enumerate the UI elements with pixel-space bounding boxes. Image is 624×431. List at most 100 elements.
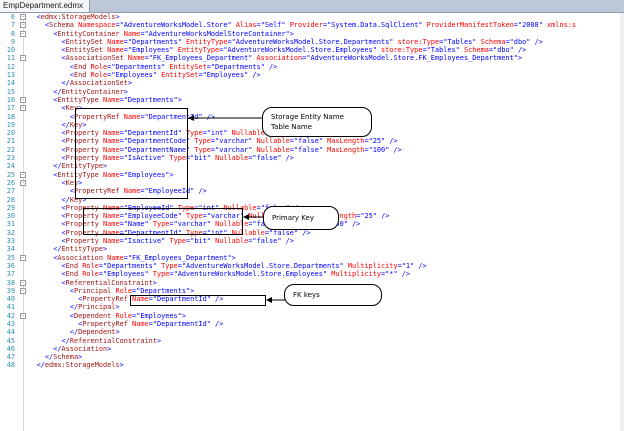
line-number: 12: [6, 62, 15, 71]
code-line[interactable]: 35- <Association Name="FK_Employees_Depar…: [0, 254, 624, 262]
code-text: </edmx:StorageModels>: [37, 361, 124, 369]
xml-attribute-value: "*": [385, 270, 398, 279]
line-number: 19: [6, 120, 15, 129]
line-number: 29: [6, 203, 15, 212]
code-line[interactable]: 15 </EntityContainer>: [0, 88, 624, 96]
xml-attribute-name: Type: [190, 137, 211, 146]
line-number: 48: [6, 361, 15, 370]
xml-attribute-name: Nullable: [252, 145, 290, 154]
line-number: 15: [6, 87, 15, 96]
collapse-toggle-icon[interactable]: -: [20, 179, 26, 186]
xml-element-name: Principal: [73, 286, 112, 295]
code-line[interactable]: 6- <edmx:StorageModels>: [0, 13, 624, 21]
code-line[interactable]: 13 <End Role="Employees" EntitySet="Emplo…: [0, 71, 624, 79]
line-number: 24: [6, 162, 15, 171]
xml-attribute-name: Nullable: [252, 137, 290, 146]
document-tab[interactable]: EmpDepartment.edmx: [0, 0, 91, 12]
storage-entity-callout-line-2: Table Name: [271, 123, 312, 131]
code-line[interactable]: 33 <Property Name="Isactive" Type="bit" N…: [0, 237, 624, 245]
code-line[interactable]: 7- <Schema Namespace="AdventureWorksModel…: [0, 21, 624, 29]
code-text: <PropertyRef Name="DepartmentId" />: [78, 320, 223, 328]
code-line[interactable]: 48 </edmx:StorageModels>: [0, 361, 624, 369]
code-line[interactable]: 43 <PropertyRef Name="DepartmentId" />: [0, 320, 624, 328]
code-line[interactable]: 36 <End Role="Departments" Type="Adventur…: [0, 262, 624, 270]
code-line[interactable]: 44 </Dependent>: [0, 328, 624, 336]
collapse-toggle-icon[interactable]: -: [20, 14, 26, 20]
xml-punctuation: />: [414, 261, 427, 270]
xml-punctuation: />: [397, 270, 411, 279]
code-line[interactable]: 37 <End Role="Employees" Type="AdventureW…: [0, 270, 624, 278]
code-text: </AssociationSet>: [62, 79, 133, 87]
line-number: 39: [6, 286, 15, 295]
xml-attribute-value: "Departments": [210, 62, 265, 71]
xml-editor[interactable]: 6- <edmx:StorageModels> 7- <Schema Namespac…: [0, 13, 624, 431]
xml-attribute-value: "Departments": [136, 286, 191, 295]
xml-attribute-value: "int": [206, 129, 228, 138]
code-line[interactable]: 45 </ReferentialConstraint>: [0, 337, 624, 345]
line-number: 47: [6, 353, 15, 362]
xml-punctuation: >: [181, 311, 186, 320]
xml-element-name: End: [73, 62, 87, 71]
xml-punctuation: </: [53, 162, 62, 171]
xml-attribute-value: "dbo": [493, 46, 514, 55]
vertical-scrollbar[interactable]: [620, 13, 624, 431]
code-line[interactable]: 10 <EntitySet Name="Employees" EntityType…: [0, 46, 624, 54]
xml-punctuation: </: [61, 79, 70, 88]
xml-punctuation: />: [376, 212, 390, 221]
code-line[interactable]: 9 <EntitySet Name="Departments" EntityTyp…: [0, 38, 624, 46]
code-line[interactable]: 42- <Dependent Role="Employees">: [0, 312, 624, 320]
storage-entity-highlight-box: [75, 108, 188, 199]
code-text: <ReferentialConstraint>: [62, 279, 157, 287]
collapse-toggle-icon[interactable]: -: [20, 22, 26, 29]
code-line[interactable]: 16- <EntityType Name="Departments">: [0, 96, 624, 104]
code-line[interactable]: 11- <AssociationSet Name="FK_Employees_De…: [0, 54, 624, 62]
collapse-toggle-icon[interactable]: -: [20, 279, 26, 286]
xml-element-name: edmx:StorageModels: [44, 361, 120, 370]
xml-punctuation: </: [53, 245, 62, 254]
xml-element-name: EntityType: [61, 245, 104, 254]
collapse-toggle-icon[interactable]: -: [20, 55, 26, 62]
code-text: </Dependent>: [70, 328, 120, 336]
code-line[interactable]: 8- <EntityContainer Name="AdventureWorksM…: [0, 30, 624, 38]
xml-punctuation: >: [517, 54, 523, 63]
code-line[interactable]: 14 </AssociationSet>: [0, 79, 624, 87]
xml-attribute-value: "FK_Employees_Department": [127, 253, 232, 262]
xml-attribute-value: "DepartmentId": [152, 319, 211, 328]
line-number: 11: [6, 54, 15, 63]
code-text: <End Role="Employees" Type="AdventureWor…: [62, 270, 411, 278]
line-number: 31: [6, 220, 15, 229]
collapse-toggle-icon[interactable]: -: [20, 254, 26, 261]
code-line[interactable]: 46 </Association>: [0, 345, 624, 353]
collapse-toggle-icon[interactable]: -: [20, 312, 26, 319]
code-line[interactable]: 12 <End Role="Departments" EntitySet="Dep…: [0, 63, 624, 71]
xml-attribute-name: Name: [98, 95, 120, 104]
xml-attribute-value: "1": [401, 261, 415, 270]
xml-attribute-name: Multiplicity: [327, 270, 381, 279]
code-line[interactable]: 47 </Schema>: [0, 353, 624, 361]
line-number: 37: [6, 270, 15, 279]
collapse-toggle-icon[interactable]: -: [20, 30, 26, 37]
collapse-toggle-icon[interactable]: -: [20, 287, 26, 294]
xml-punctuation: </: [69, 303, 79, 312]
xml-attribute-name: Alias: [231, 21, 257, 30]
collapse-toggle-icon[interactable]: -: [20, 96, 26, 103]
collapse-toggle-icon[interactable]: -: [20, 105, 26, 112]
xml-element-name: Principal: [78, 303, 116, 312]
xml-attribute-name: Name: [103, 46, 124, 55]
xml-punctuation: </: [44, 353, 54, 362]
xml-attribute-name: Type: [156, 261, 178, 270]
xml-attribute-name: Type: [190, 145, 211, 154]
collapse-toggle-icon[interactable]: -: [20, 171, 26, 178]
xml-attribute-name: Schema: [459, 46, 489, 55]
xml-punctuation: >: [177, 95, 182, 104]
line-number: 28: [6, 195, 15, 204]
storage-entity-arrow: [188, 115, 262, 121]
xml-punctuation: </: [36, 361, 45, 370]
xml-attribute-name: Name: [123, 54, 145, 63]
line-number: 40: [6, 295, 15, 304]
xml-punctuation: />: [347, 220, 361, 229]
code-line[interactable]: 34 </EntityType>: [0, 245, 624, 253]
storage-entity-callout-line-1: Storage Entity Name: [271, 113, 344, 121]
xml-attribute-value: "Employees": [103, 270, 149, 279]
xml-attribute-name: Nullable: [210, 154, 249, 163]
